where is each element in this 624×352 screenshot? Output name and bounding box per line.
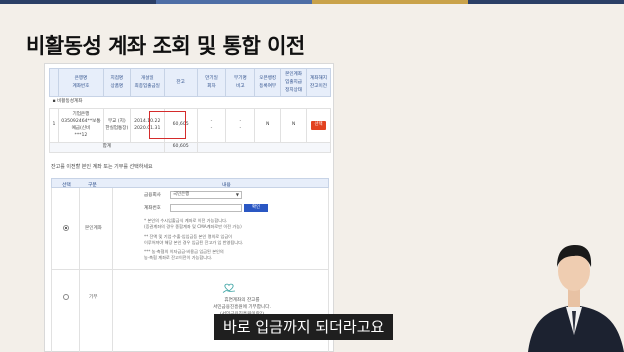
select-button[interactable]: 선택 xyxy=(311,121,326,131)
col-header-memo: 부기명 비고 xyxy=(225,67,256,98)
table-header-row: 은행명 계좌번호 지점명 상품명 개설일 최종입출금일 잔고 만기일 회차 부기명 비고 … xyxy=(49,67,331,98)
account-number-label: 계좌번호 xyxy=(144,206,161,211)
table-row: 1 기업은행 035092464**보통예금(신비 ***12 무교 (지) 한실업통… xyxy=(49,108,331,144)
subtitle-caption: 바로 입금까지 되더라고요 xyxy=(214,314,394,340)
col-header-dates: 개설일 최종입출금일 xyxy=(129,67,165,98)
col-header-branch: 지점명 상품명 xyxy=(102,67,131,98)
own-account-notes: * 본인의 수시입출금식 계좌로 이전 가능합니다. (증권계좌의 경우 종합계… xyxy=(144,218,244,261)
account-number-input[interactable] xyxy=(170,204,242,212)
total-value: 60,605 xyxy=(163,142,198,154)
own-account-row: 본인계좌 금융회사 국민은행 ▼ 계좌번호 확인 * 본인의 수시입출금식 계좌… xyxy=(51,188,329,270)
col-header-openbanking: 오픈뱅킹 등록여부 xyxy=(254,67,282,98)
bank-select[interactable]: 국민은행 ▼ xyxy=(170,191,242,199)
suspended-cell: N xyxy=(280,108,307,144)
maturity-cell: -- xyxy=(196,108,227,144)
transfer-instruction: 잔고를 이전할 본인 계좌 또는 기부를 선택하세요 xyxy=(51,164,153,170)
top-color-bar xyxy=(0,0,624,4)
col-header-action: 계좌해지 잔고이전 xyxy=(306,67,331,98)
account-panel: 은행명 계좌번호 지점명 상품명 개설일 최종입출금일 잔고 만기일 회차 부기명 비고 … xyxy=(44,63,334,352)
own-account-label: 본인계좌 xyxy=(85,226,102,231)
donation-label: 기부 xyxy=(89,295,98,300)
memo-cell: -- xyxy=(225,108,256,144)
col-header-bank: 은행명 계좌번호 xyxy=(57,67,104,98)
confirm-button[interactable]: 확인 xyxy=(244,204,268,212)
balance-highlight-box xyxy=(149,111,186,139)
accounts-table: 은행명 계좌번호 지점명 상품명 개설일 최종입출금일 잔고 만기일 회차 부기명 비고 … xyxy=(49,67,332,154)
action-cell: 선택 xyxy=(306,108,331,144)
radio-donation[interactable] xyxy=(63,294,69,300)
branch-cell: 무교 (지) 한실업통장) xyxy=(102,108,131,144)
donation-heart-icon xyxy=(222,283,236,293)
slide-title: 비활동성 계좌 조회 및 통합 이전 xyxy=(26,34,305,58)
row-number: 1 xyxy=(49,108,59,144)
section-row: ▪ 비활동성계좌 xyxy=(50,97,331,109)
total-row: 합계 60,605 xyxy=(49,142,332,154)
radio-own-account[interactable] xyxy=(63,225,69,231)
chevron-down-icon: ▼ xyxy=(235,192,239,197)
openbanking-cell: N xyxy=(254,108,282,144)
section-label: ▪ 비활동성계좌 xyxy=(52,99,83,105)
header-select: 선택 xyxy=(62,183,71,188)
transfer-table-header: 선택 구분 내용 xyxy=(51,178,329,188)
col-header-suspended: 본인계좌 입출지급 정지상태 xyxy=(280,67,307,98)
col-header-maturity: 만기일 회차 xyxy=(196,67,227,98)
total-label: 합계 xyxy=(49,142,165,154)
header-content: 내용 xyxy=(222,183,231,188)
header-type: 구분 xyxy=(88,183,97,188)
account-cell: 기업은행 035092464**보통예금(신비 ***12 xyxy=(57,108,104,144)
bank-field-label: 금융회사 xyxy=(144,193,161,198)
col-header-balance: 잔고 xyxy=(163,67,198,98)
presenter-avatar xyxy=(528,245,624,352)
